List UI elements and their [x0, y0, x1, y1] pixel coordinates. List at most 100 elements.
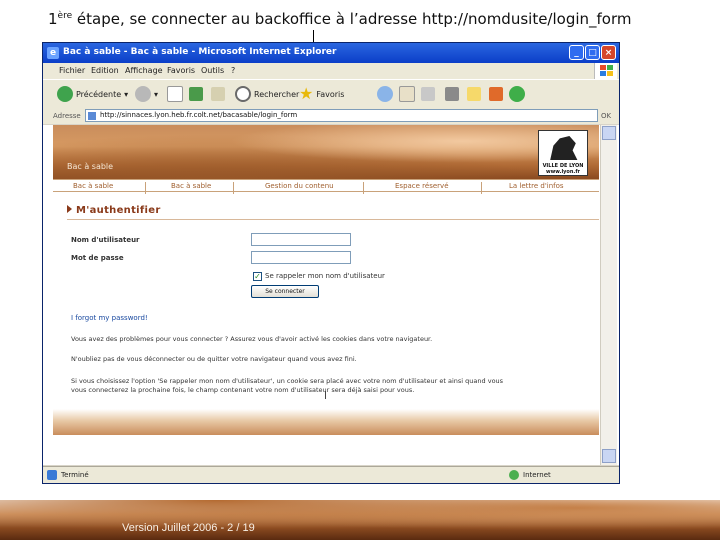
address-input[interactable]: http://sinnaces.lyon.heb.fr.colt.net/bac…: [85, 109, 598, 122]
window-title: Bac à sable - Bac à sable - Microsoft In…: [63, 47, 337, 57]
research-icon: [489, 87, 503, 101]
page-content: Bac à sable VILLE DE LYON www.lyon.fr Ba…: [43, 125, 619, 465]
messenger-icon: [509, 86, 525, 102]
slide-footer-text: Version Juillet 2006 - 2 / 19: [122, 522, 255, 534]
menu-favorites[interactable]: Favoris: [167, 66, 195, 75]
heading-divider: [67, 219, 599, 220]
help-paragraph-remember-1: Si vous choisissez l'option 'Se rappeler…: [71, 377, 504, 385]
logo-caption-url: www.lyon.fr: [546, 169, 580, 175]
forgot-password-link[interactable]: I forgot my password!: [71, 314, 148, 322]
star-icon: ★: [299, 84, 314, 103]
favorites-label: Favoris: [316, 89, 345, 99]
login-button[interactable]: Se connecter: [251, 285, 319, 298]
caption-text: étape, se connecter au backoffice à l’ad…: [72, 10, 632, 28]
text-cursor-icon: [325, 391, 326, 399]
minimize-button[interactable]: _: [569, 45, 584, 60]
menu-file[interactable]: Fichier: [59, 66, 85, 75]
nav-item-home[interactable]: Bac à sable: [73, 182, 113, 190]
status-text: Terminé: [61, 471, 89, 479]
lion-icon: [550, 136, 578, 160]
search-button[interactable]: Rechercher: [235, 85, 299, 103]
mail-button[interactable]: [399, 85, 415, 103]
help-paragraph-logout: N'oubliez pas de vous déconnecter ou de …: [71, 355, 357, 363]
maximize-button[interactable]: □: [585, 45, 600, 60]
username-input[interactable]: [251, 233, 351, 246]
menu-help[interactable]: ?: [231, 66, 235, 75]
search-label: Rechercher: [254, 89, 300, 99]
close-button[interactable]: ×: [601, 45, 616, 60]
address-url: http://sinnaces.lyon.heb.fr.colt.net/bac…: [100, 111, 298, 119]
stop-button[interactable]: [167, 85, 183, 103]
back-arrow-icon: [57, 86, 73, 102]
chevron-down-icon: ▾: [154, 89, 159, 99]
site-nav: Bac à sable Bac à sable Gestion du conte…: [53, 179, 599, 194]
refresh-icon: [189, 87, 203, 101]
slide-footer: Version Juillet 2006 - 2 / 19: [0, 500, 720, 540]
triangle-right-icon: [67, 205, 72, 213]
banner-label: Bac à sable: [67, 162, 114, 171]
help-paragraph-remember-2: vous connecterez la prochaine fois, le c…: [71, 386, 415, 394]
windows-logo-icon: [594, 63, 617, 79]
menu-bar: Fichier Edition Affichage Favoris Outils…: [43, 63, 619, 79]
remember-me-checkbox[interactable]: ✓: [253, 272, 262, 281]
scroll-up-icon[interactable]: [602, 126, 616, 140]
remember-me-label: Se rappeler mon nom d'utilisateur: [265, 272, 385, 280]
folder-icon: [467, 87, 481, 101]
menu-tools[interactable]: Outils: [201, 66, 224, 75]
address-bar: Adresse http://sinnaces.lyon.heb.fr.colt…: [43, 108, 619, 124]
history-icon: [377, 86, 393, 102]
refresh-button[interactable]: [189, 85, 203, 103]
footer-dunes-image: [53, 409, 599, 435]
caption-step-number: 1: [48, 10, 58, 28]
internet-zone-icon: [509, 470, 519, 480]
research-button[interactable]: [489, 85, 503, 103]
back-label: Précédente: [76, 89, 122, 99]
edit-icon: [445, 87, 459, 101]
chevron-down-icon: ▾: [124, 89, 129, 99]
print-icon: [421, 87, 435, 101]
page-favicon-icon: [88, 112, 96, 120]
site-banner: Bac à sable VILLE DE LYON www.lyon.fr: [53, 125, 599, 179]
help-paragraph-cookies: Vous avez des problèmes pour vous connec…: [71, 335, 433, 343]
stop-icon: [167, 86, 183, 102]
menu-view[interactable]: Affichage: [125, 66, 163, 75]
go-button[interactable]: OK: [601, 112, 611, 120]
title-bar[interactable]: e Bac à sable - Bac à sable - Microsoft …: [43, 43, 619, 63]
menu-edit[interactable]: Edition: [91, 66, 119, 75]
nav-item-sandbox[interactable]: Bac à sable: [171, 182, 211, 190]
favorites-button[interactable]: ★ Favoris: [299, 85, 344, 103]
forward-button[interactable]: ▾: [135, 85, 158, 103]
ville-de-lyon-logo[interactable]: VILLE DE LYON www.lyon.fr: [538, 130, 588, 176]
toolbar: Précédente ▾ ▾ Rechercher ★ Favoris: [43, 79, 619, 109]
password-input[interactable]: [251, 251, 351, 264]
nav-item-newsletter[interactable]: La lettre d'infos: [509, 182, 564, 190]
history-button[interactable]: [377, 85, 393, 103]
mail-icon: [399, 86, 415, 102]
print-button[interactable]: [421, 85, 435, 103]
zone-text: Internet: [523, 471, 551, 479]
vertical-scrollbar[interactable]: [600, 125, 617, 465]
logo-caption: VILLE DE LYON www.lyon.fr: [541, 163, 585, 175]
edit-button[interactable]: [445, 85, 459, 103]
messenger-button[interactable]: [509, 85, 525, 103]
nav-item-content-management[interactable]: Gestion du contenu: [265, 182, 334, 190]
browser-window: e Bac à sable - Bac à sable - Microsoft …: [42, 42, 620, 484]
discuss-button[interactable]: [467, 85, 481, 103]
home-button[interactable]: [211, 85, 225, 103]
page-title: M'authentifier: [67, 205, 161, 216]
back-button[interactable]: Précédente ▾: [57, 85, 128, 103]
search-icon: [235, 86, 251, 102]
ie-icon: e: [47, 47, 59, 59]
slide-caption: 1ère étape, se connecter au backoffice à…: [48, 10, 632, 28]
address-label: Adresse: [53, 112, 81, 120]
nav-item-reserved-space[interactable]: Espace réservé: [395, 182, 449, 190]
forward-arrow-icon: [135, 86, 151, 102]
page-done-icon: [47, 470, 57, 480]
password-label: Mot de passe: [71, 254, 124, 262]
username-label: Nom d'utilisateur: [71, 236, 140, 244]
status-bar: Terminé Internet: [43, 466, 619, 483]
caption-step-superscript: ère: [57, 11, 73, 21]
home-icon: [211, 87, 225, 101]
page-title-text: M'authentifier: [76, 205, 161, 216]
scroll-down-icon[interactable]: [602, 449, 616, 463]
